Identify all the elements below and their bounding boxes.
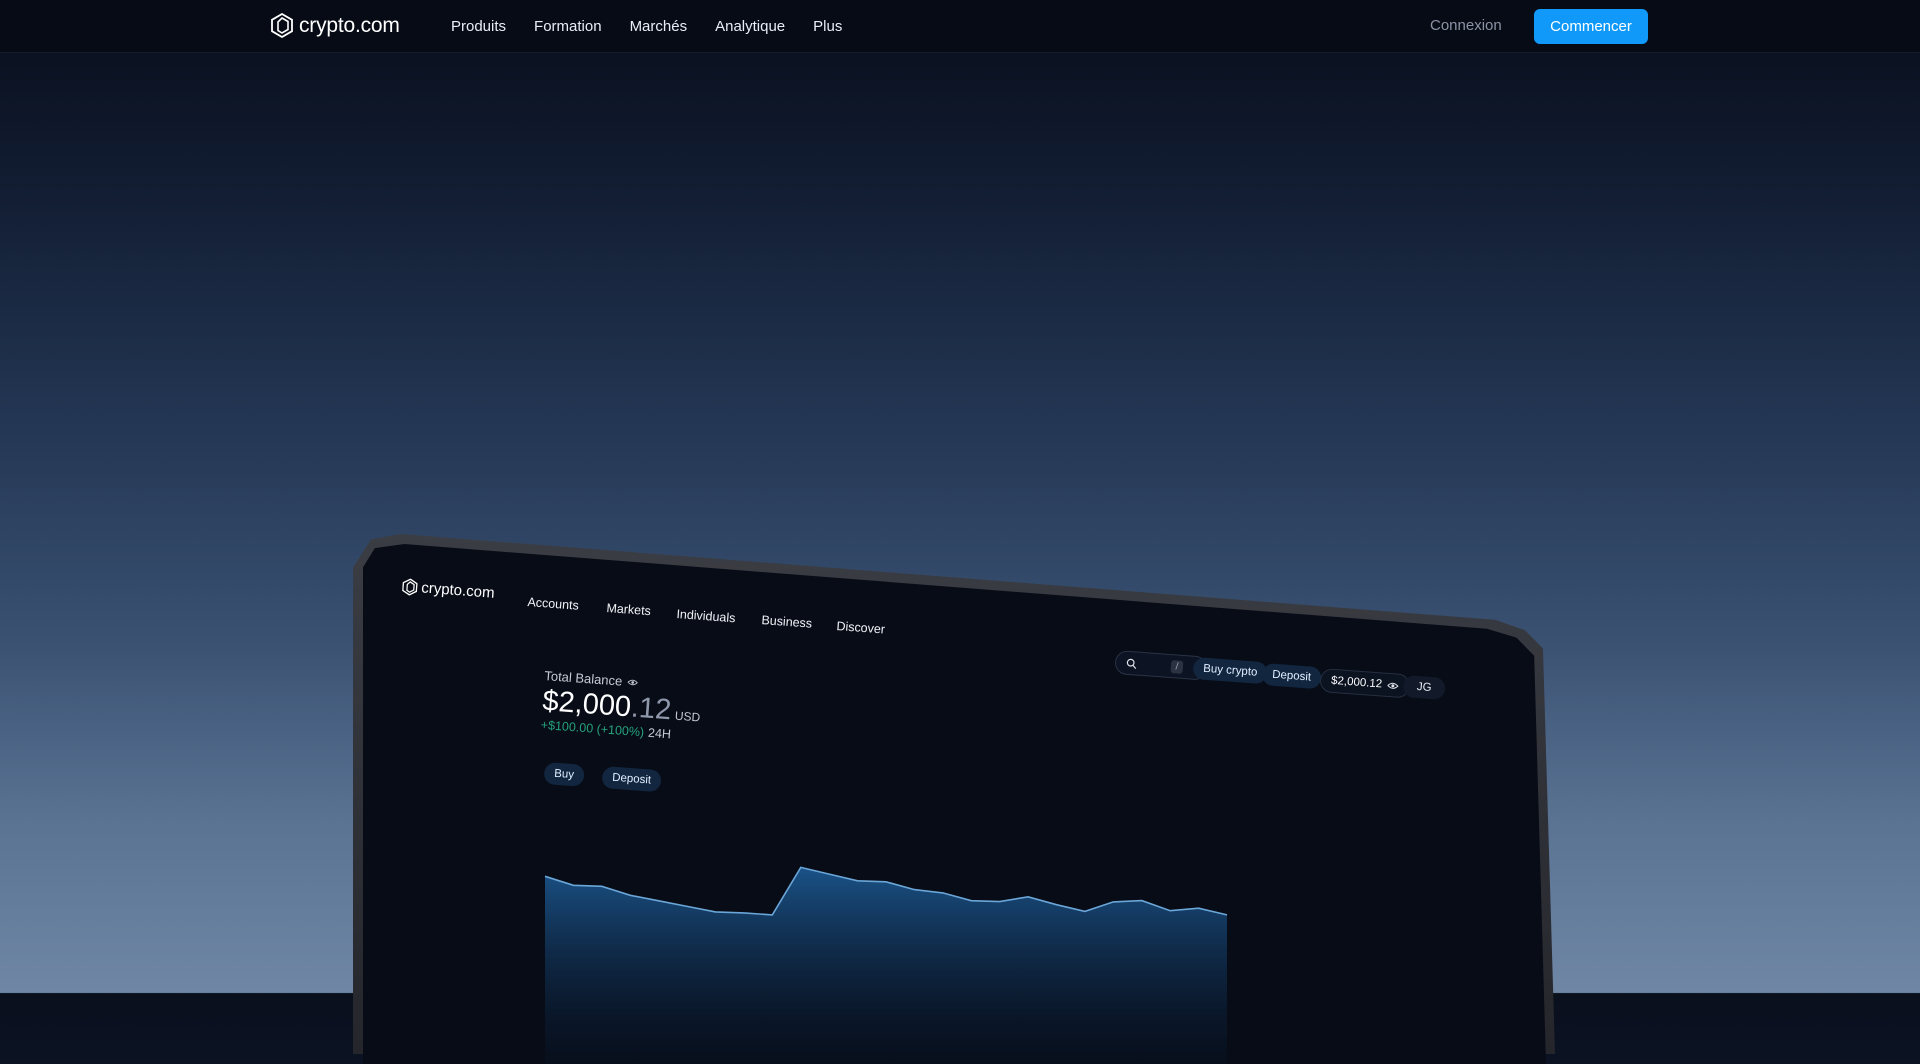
chart-area-fill <box>545 867 1227 1064</box>
menu-item-analytique[interactable]: Analytique <box>715 18 785 35</box>
screen-balance-chart <box>544 866 1228 1064</box>
get-started-button[interactable]: Commencer <box>1534 9 1648 44</box>
menu-item-marches[interactable]: Marchés <box>630 18 688 35</box>
menu-item-plus[interactable]: Plus <box>813 18 842 35</box>
menu-item-formation[interactable]: Formation <box>534 18 602 35</box>
logo[interactable]: crypto.com <box>271 13 400 38</box>
crypto-com-logo-icon <box>271 13 293 38</box>
login-link[interactable]: Connexion <box>1430 17 1502 34</box>
main-menu: Produits Formation Marchés Analytique Pl… <box>451 0 870 52</box>
menu-item-produits[interactable]: Produits <box>451 18 506 35</box>
logo-text: crypto.com <box>299 13 400 37</box>
top-navbar: crypto.com Produits Formation Marchés An… <box>0 0 1920 53</box>
laptop-screen: crypto.com Accounts Markets Individuals … <box>363 544 1546 1064</box>
